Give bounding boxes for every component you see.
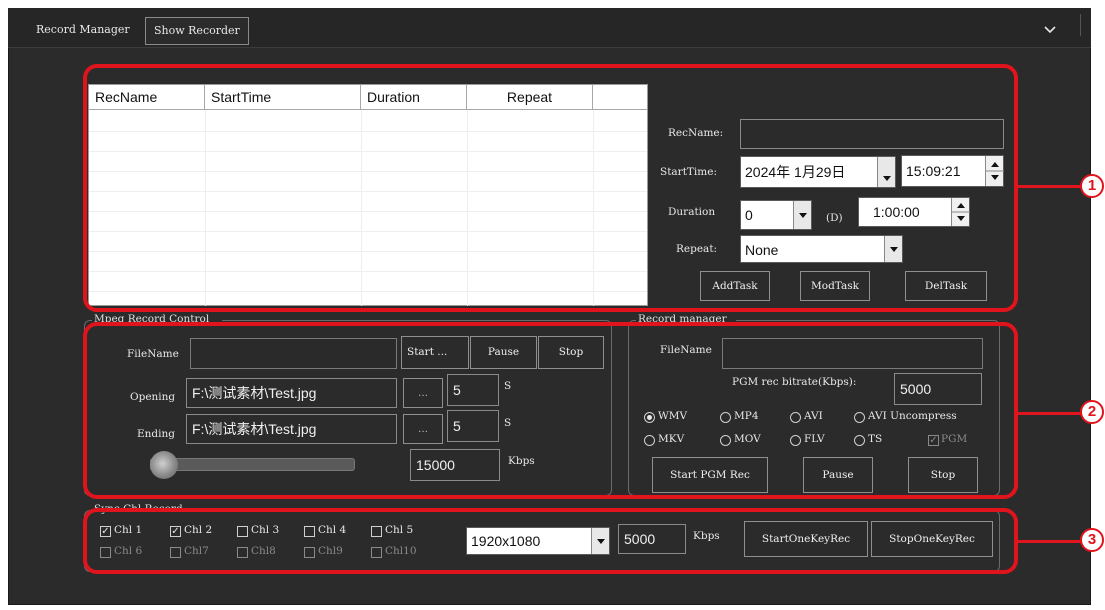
highlight-box-3 — [83, 508, 1018, 574]
callout-number: 2 — [1080, 400, 1104, 424]
callout-leader — [1016, 185, 1084, 188]
chevron-down-icon[interactable] — [1039, 18, 1061, 40]
callout-leader — [1016, 412, 1084, 415]
divider — [1080, 14, 1081, 36]
callout-leader — [1016, 540, 1084, 543]
highlight-box-2 — [83, 322, 1018, 499]
callout-number: 3 — [1080, 528, 1104, 552]
tab-show-recorder[interactable]: Show Recorder — [145, 17, 249, 45]
tab-record-manager[interactable]: Record Manager — [28, 17, 138, 45]
highlight-box-1 — [83, 64, 1018, 312]
callout-number: 1 — [1080, 174, 1104, 198]
